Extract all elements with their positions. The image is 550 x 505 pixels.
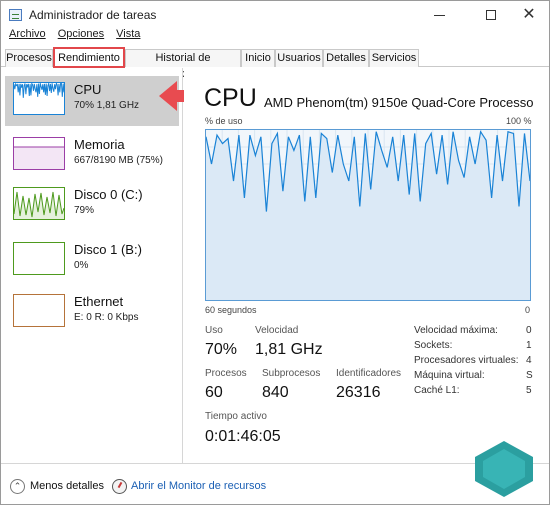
spec-procesadores-virtuales-value: 4 [526,355,532,366]
stat-subprocesos-value: 840 [262,384,289,401]
sidebar-item-cpu[interactable]: CPU 70% 1,81 GHz [5,76,179,126]
maximize-icon [486,10,496,20]
tab-usuarios[interactable]: Usuarios [275,49,323,67]
stat-identificadores-value: 26316 [336,384,381,401]
sidebar-item-label: CPU [74,82,102,97]
cpu-model-name: AMD Phenom(tm) 9150e Quad-Core Processor [264,95,534,110]
tab-servicios[interactable]: Servicios [369,49,419,67]
spec-velocidad-maxima-label: Velocidad máxima: [414,325,498,336]
graph-label-zero: 0 [525,305,531,315]
tab-inicio[interactable]: Inicio [241,49,275,67]
sidebar-item-detail: E: 0 R: 0 Kbps [74,312,139,323]
menu-archivo[interactable]: Archivo [9,28,46,46]
sidebar-item-detail: 79% [74,205,95,216]
sidebar-item-ethernet[interactable]: Ethernet E: 0 R: 0 Kbps [5,288,179,338]
sidebar-item-label: Disco 1 (B:) [74,242,142,257]
memory-mini-graph [13,137,65,170]
spec-sockets-value: 1 [526,340,532,351]
sidebar-item-disco-0[interactable]: Disco 0 (C:) 79% [5,181,179,231]
cpu-usage-graph [205,129,531,301]
graph-label-usage: % de uso [205,116,243,126]
stat-tiempo-value: 0:01:46:05 [205,428,281,445]
stat-velocidad-label: Velocidad [255,325,299,336]
disk0-mini-graph-svg [14,191,64,219]
cpu-detail-pane: CPU AMD Phenom(tm) 9150e Quad-Core Proce… [184,68,549,463]
minimize-icon [433,14,445,16]
fewer-details-button[interactable]: Menos detalles [30,480,104,492]
tab-detalles[interactable]: Detalles [323,49,369,67]
stat-velocidad-value: 1,81 GHz [255,341,323,358]
maximize-button[interactable] [471,1,511,29]
watermark-logo-icon [475,441,533,497]
spec-sockets-label: Sockets: [414,340,453,351]
resource-monitor-icon[interactable] [112,479,127,494]
cpu-mini-graph [13,82,65,115]
stat-procesos-value: 60 [205,384,223,401]
minimize-button[interactable] [419,1,459,29]
close-button[interactable]: ✕ [509,1,549,29]
performance-sidebar: CPU 70% 1,81 GHz Memoria 667/8190 MB (75… [1,68,183,463]
sidebar-item-detail: 667/8190 MB (75%) [74,155,163,166]
graph-label-max: 100 % [506,116,532,126]
sidebar-item-detail: 0% [74,260,89,271]
stat-uso-label: Uso [205,325,223,336]
spec-maquina-virtual-value: S [526,370,533,381]
bottom-bar: ⌃ Menos detalles Abrir el Monitor de rec… [1,463,549,504]
tab-procesos[interactable]: Procesos [5,49,53,67]
stat-identificadores-label: Identificadores [336,368,402,379]
sidebar-item-memoria[interactable]: Memoria 667/8190 MB (75%) [5,131,179,181]
disk0-mini-graph [13,187,65,220]
sidebar-item-label: Disco 0 (C:) [74,187,143,202]
stat-tiempo-label: Tiempo activo [205,411,267,422]
ethernet-mini-graph [13,294,65,327]
task-manager-window: Administrador de tareas ✕ Archivo Opcion… [0,0,550,505]
stat-uso-value: 70% [205,341,238,358]
title-bar[interactable]: Administrador de tareas ✕ [1,1,549,29]
chevron-up-icon[interactable]: ⌃ [10,479,25,494]
spec-maquina-virtual-label: Máquina virtual: [414,370,485,381]
stat-subprocesos-label: Subprocesos [262,368,321,379]
cpu-mini-graph-svg [14,83,64,98]
sidebar-item-disco-1[interactable]: Disco 1 (B:) 0% [5,236,179,286]
stat-procesos-label: Procesos [205,368,247,379]
spec-procesadores-virtuales-label: Procesadores virtuales: [414,355,519,366]
disk1-mini-graph [13,242,65,275]
menu-vista[interactable]: Vista [116,28,140,46]
memory-mini-graph-svg [14,146,64,169]
window-title: Administrador de tareas [29,8,157,22]
tab-bar: Procesos Rendimiento Historial de aplica… [1,47,549,80]
spec-cache-l1-label: Caché L1: [414,385,460,396]
sidebar-item-detail: 70% 1,81 GHz [74,100,140,111]
close-icon: ✕ [522,6,536,23]
graph-label-time: 60 segundos [205,305,257,315]
page-title: CPU [204,84,257,112]
cpu-usage-graph-svg [206,130,530,300]
menu-opciones[interactable]: Opciones [58,28,104,46]
spec-velocidad-maxima-value: 0 [526,325,532,336]
sidebar-item-label: Memoria [74,137,125,152]
task-manager-app-icon [9,9,22,21]
menu-bar: Archivo Opciones Vista [1,28,549,46]
spec-cache-l1-value: 5 [526,385,532,396]
open-resource-monitor-link[interactable]: Abrir el Monitor de recursos [131,480,266,492]
tab-rendimiento[interactable]: Rendimiento [53,47,125,68]
tab-historial-aplicaciones[interactable]: Historial de aplicaciones [125,49,241,80]
sidebar-item-label: Ethernet [74,294,124,309]
